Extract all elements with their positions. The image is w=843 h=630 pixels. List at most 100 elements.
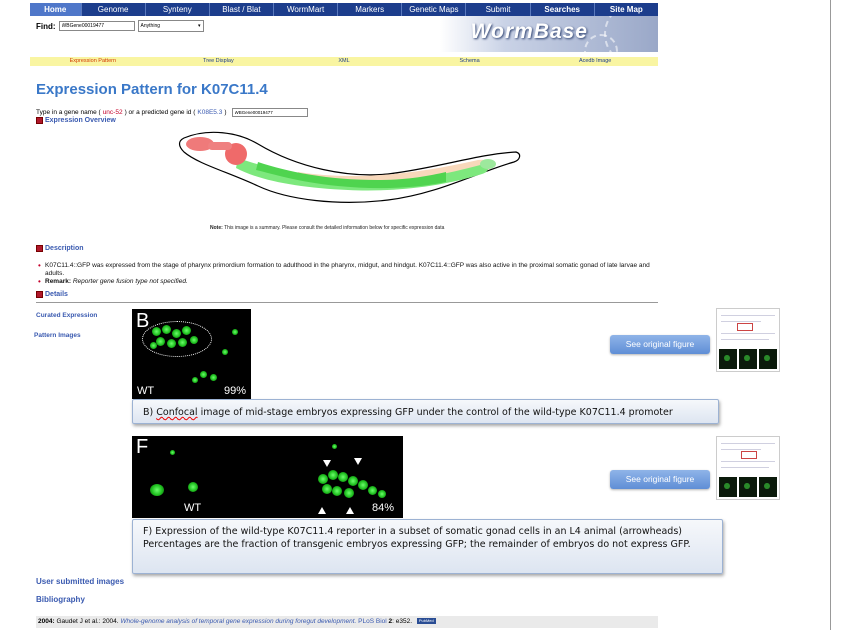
- figure-b-caption: B) Confocal image of mid-stage embryos e…: [132, 399, 719, 424]
- find-label: Find:: [36, 21, 56, 31]
- thumb-box: [741, 451, 757, 459]
- summary-note: Note: This image is a summary. Please co…: [210, 225, 444, 231]
- arrowhead-down-icon: [323, 460, 331, 467]
- gene-search-input[interactable]: [231, 108, 308, 117]
- original-figure-thumbnail[interactable]: [716, 308, 780, 372]
- nav-home[interactable]: Home: [30, 3, 82, 16]
- bib-pages: : e352.: [392, 618, 413, 625]
- section-label: Description: [45, 245, 84, 252]
- gfp-cell: [332, 444, 337, 449]
- gfp-cell: [162, 325, 171, 334]
- worm-pharynx-isthmus: [208, 142, 232, 150]
- description-text: K07C11.4::GFP was expressed from the sta…: [45, 262, 650, 277]
- arrowhead-up-icon: [318, 507, 326, 514]
- nav-markers[interactable]: Markers: [338, 3, 403, 16]
- nav-genome[interactable]: Genome: [82, 3, 146, 16]
- description-body: • K07C11.4::GFP was expressed from the st…: [38, 262, 660, 286]
- wormbase-banner[interactable]: WormBase: [440, 16, 658, 52]
- see-original-figure-button[interactable]: See original figure: [610, 335, 710, 354]
- remark-item: • Remark: Reporter gene fusion type not s…: [38, 278, 660, 286]
- gfp-cell: [332, 486, 342, 496]
- bullet-icon: •: [38, 261, 41, 270]
- arrowhead-down-icon: [354, 458, 362, 465]
- gfp-cell: [222, 349, 228, 355]
- details-divider: [36, 302, 658, 303]
- nav-submit[interactable]: Submit: [466, 3, 531, 16]
- bib-year: 2004:: [38, 618, 55, 625]
- gene-search-suffix: ): [224, 109, 227, 116]
- collapse-toggle-icon: [36, 245, 43, 252]
- subnav-schema[interactable]: Schema: [407, 57, 533, 66]
- remark-text: Reporter gene fusion type not specified.: [72, 278, 188, 285]
- see-original-figure-button[interactable]: See original figure: [610, 470, 710, 489]
- thumb-panel: [719, 477, 737, 497]
- bibliography-link[interactable]: Bibliography: [36, 595, 85, 604]
- caption-misspelled-word: Confocal: [156, 407, 198, 418]
- find-input[interactable]: [58, 21, 135, 31]
- nav-genetic-maps[interactable]: Genetic Maps: [402, 3, 467, 16]
- caption-text: image of mid-stage embryos expressing GF…: [197, 407, 673, 418]
- pattern-images-link[interactable]: Pattern Images: [34, 332, 81, 339]
- gfp-cell: [322, 484, 332, 494]
- gfp-cell: [368, 486, 377, 495]
- worm-expression-diagram: [178, 131, 521, 203]
- nav-searches[interactable]: Searches: [531, 3, 595, 16]
- subnav-tree-display[interactable]: Tree Display: [156, 57, 282, 66]
- embryo-outline: [142, 321, 212, 357]
- bibliography-entry: 2004: Gaudet J et al.: 2004. Whole-genom…: [36, 616, 658, 628]
- gfp-cell: [192, 377, 198, 383]
- find-type-selected: Anything: [140, 23, 161, 29]
- percentage-label: 99%: [224, 385, 247, 397]
- bullet-icon: •: [38, 277, 41, 286]
- thumb-line: [721, 339, 769, 340]
- user-submitted-images-link[interactable]: User submitted images: [36, 577, 124, 586]
- gfp-cell: [172, 329, 181, 338]
- thumb-panel: [759, 349, 777, 369]
- genotype-label: WT: [137, 385, 155, 397]
- nav-synteny[interactable]: Synteny: [146, 3, 210, 16]
- gfp-cell: [318, 474, 328, 484]
- gene-id-example-link[interactable]: K08E5.3: [197, 109, 222, 116]
- nav-blast-blat[interactable]: Blast / Blat: [210, 3, 274, 16]
- curated-expression-link[interactable]: Curated Expression: [36, 312, 97, 319]
- thumb-line: [721, 315, 775, 316]
- find-type-select[interactable]: Anything ▾: [137, 20, 204, 32]
- gfp-cell: [232, 329, 238, 335]
- page-right-border: [830, 0, 831, 630]
- gfp-cell: [210, 374, 217, 381]
- gfp-cell: [178, 338, 187, 347]
- caption-prefix: B): [143, 407, 157, 418]
- worm-hindgut: [480, 159, 496, 169]
- gene-name-example-link[interactable]: unc-52: [103, 109, 123, 116]
- section-expression-overview[interactable]: Expression Overview: [36, 117, 116, 124]
- section-label: Details: [45, 291, 68, 298]
- top-navbar: Home Genome Synteny Blast / Blat WormMar…: [30, 3, 658, 16]
- thumb-box: [737, 323, 753, 331]
- nav-wormmart[interactable]: WormMart: [274, 3, 339, 16]
- original-figure-thumbnail[interactable]: [716, 436, 780, 500]
- subnav-expression-pattern[interactable]: Expression Pattern: [30, 57, 156, 66]
- arrowhead-up-icon: [346, 507, 354, 514]
- find-bar: Find: Anything ▾: [36, 20, 204, 32]
- remark-label: Remark:: [45, 278, 72, 285]
- gfp-cell: [156, 337, 165, 346]
- subnav-acedb-image[interactable]: Acedb Image: [532, 57, 658, 66]
- bib-title-link[interactable]: Whole-genome analysis of temporal gene e…: [120, 618, 356, 625]
- gfp-cell: [358, 480, 368, 490]
- section-description[interactable]: Description: [36, 245, 84, 252]
- collapse-toggle-icon: [36, 117, 43, 124]
- gfp-cell: [182, 326, 191, 335]
- gfp-cell: [348, 476, 358, 486]
- gfp-cell: [150, 484, 164, 496]
- gfp-cell: [338, 472, 348, 482]
- figure-f-image: F WT 84%: [132, 436, 403, 518]
- genotype-label: WT: [184, 502, 202, 514]
- section-label: Expression Overview: [45, 117, 116, 124]
- gfp-cell: [150, 342, 157, 349]
- nav-site-map[interactable]: Site Map: [595, 3, 658, 16]
- pubmed-link-button[interactable]: PubMed: [416, 618, 436, 625]
- subnav-xml[interactable]: XML: [281, 57, 407, 66]
- section-details[interactable]: Details: [36, 291, 68, 298]
- thumb-panel: [739, 477, 757, 497]
- figure-panel-letter: F: [136, 436, 149, 458]
